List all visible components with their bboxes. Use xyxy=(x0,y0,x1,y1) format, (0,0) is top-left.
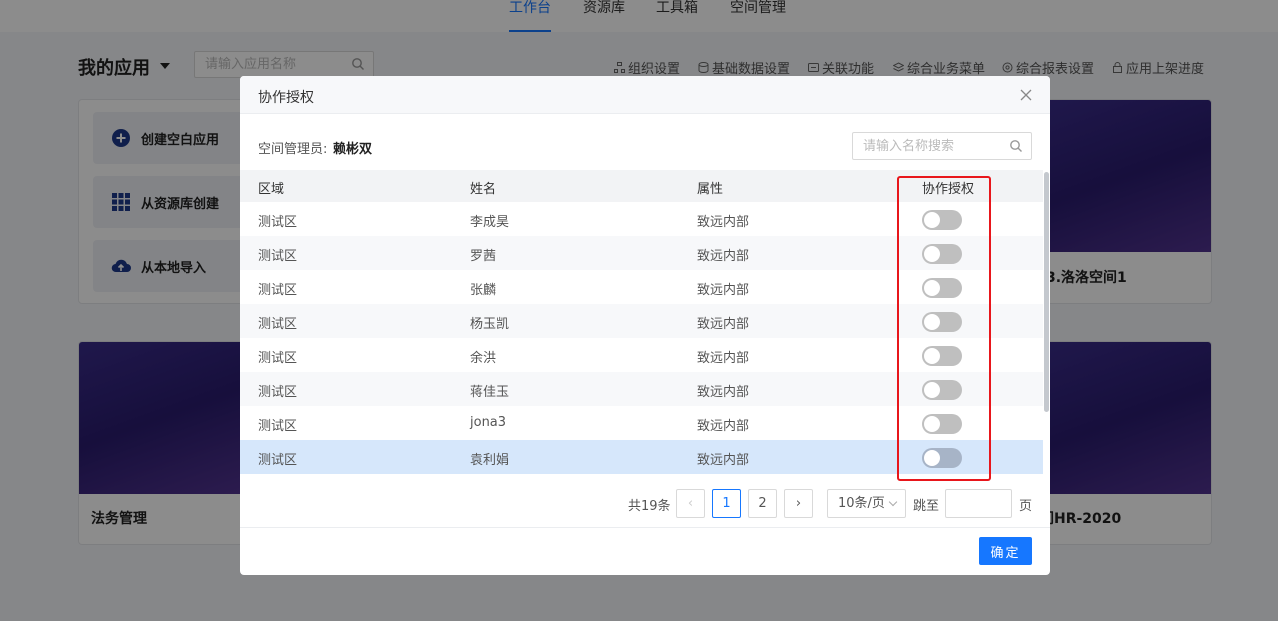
toggle-knob xyxy=(924,382,940,398)
cell-region: 测试区 xyxy=(258,419,298,434)
cell-region: 测试区 xyxy=(258,317,298,332)
cell-region: 测试区 xyxy=(258,351,298,366)
next-page-button[interactable]: › xyxy=(784,489,813,518)
table-header: 区域 姓名 属性 协作授权 xyxy=(240,170,1043,202)
column-header-auth: 协作授权 xyxy=(922,182,975,197)
cell-attribute: 致远内部 xyxy=(697,419,750,434)
name-search-input[interactable] xyxy=(852,132,1032,160)
table-row: 测试区 余洪 致远内部 xyxy=(240,338,1043,372)
auth-toggle[interactable] xyxy=(922,414,962,434)
cell-name: 杨玉凯 xyxy=(470,317,510,332)
footer-divider xyxy=(240,527,1050,528)
cell-name: jona3 xyxy=(470,415,507,430)
cell-region: 测试区 xyxy=(258,215,298,230)
page-size-select[interactable]: 10条/页 xyxy=(827,489,906,518)
cell-attribute: 致远内部 xyxy=(697,351,750,366)
toggle-knob xyxy=(924,348,940,364)
cell-attribute: 致远内部 xyxy=(697,453,750,468)
confirm-button[interactable]: 确定 xyxy=(979,537,1032,565)
table-row: 测试区 蒋佳玉 致远内部 xyxy=(240,372,1043,406)
table-row: 测试区 李成昊 致远内部 xyxy=(240,202,1043,236)
cell-region: 测试区 xyxy=(258,283,298,298)
toggle-knob xyxy=(924,212,940,228)
cell-name: 余洪 xyxy=(470,351,497,366)
cell-name: 张麟 xyxy=(470,283,497,298)
dialog-header: 协作授权 xyxy=(240,76,1050,114)
table-row: 测试区 杨玉凯 致远内部 xyxy=(240,304,1043,338)
auth-toggle[interactable] xyxy=(922,346,962,366)
auth-toggle[interactable] xyxy=(922,448,962,468)
cell-name: 蒋佳玉 xyxy=(470,385,510,400)
column-header-region: 区域 xyxy=(258,182,285,197)
cell-attribute: 致远内部 xyxy=(697,283,750,298)
column-header-attribute: 属性 xyxy=(697,182,724,197)
space-admin-name: 赖彬双 xyxy=(333,142,373,157)
search-icon[interactable] xyxy=(1009,139,1023,153)
auth-toggle[interactable] xyxy=(922,244,962,264)
page-2-button[interactable]: 2 xyxy=(748,489,777,518)
jump-to-label: 跳至 xyxy=(913,499,940,514)
auth-toggle[interactable] xyxy=(922,380,962,400)
cell-attribute: 致远内部 xyxy=(697,385,750,400)
jump-page-unit: 页 xyxy=(1019,499,1033,514)
cell-name: 袁利娟 xyxy=(470,453,510,468)
chevron-down-icon xyxy=(888,497,898,507)
toggle-knob xyxy=(924,416,940,432)
jump-page-input[interactable] xyxy=(945,489,1012,518)
cell-region: 测试区 xyxy=(258,385,298,400)
cell-name: 李成昊 xyxy=(470,215,510,230)
cell-name: 罗茜 xyxy=(470,249,497,264)
collaboration-auth-dialog: 协作授权 空间管理员: 赖彬双 区域 姓名 属性 协作授权 测试区 李成昊 致远… xyxy=(240,76,1050,575)
toggle-knob xyxy=(924,450,940,466)
page-1-button[interactable]: 1 xyxy=(712,489,741,518)
space-admin-label: 空间管理员: xyxy=(258,142,328,157)
column-header-name: 姓名 xyxy=(470,182,497,197)
cell-region: 测试区 xyxy=(258,453,298,468)
cell-attribute: 致远内部 xyxy=(697,249,750,264)
auth-toggle[interactable] xyxy=(922,278,962,298)
table-row: 测试区 jona3 致远内部 xyxy=(240,406,1043,440)
cell-attribute: 致远内部 xyxy=(697,317,750,332)
toggle-knob xyxy=(924,314,940,330)
toggle-knob xyxy=(924,246,940,262)
prev-page-button[interactable]: ‹ xyxy=(676,489,705,518)
table-body: 测试区 李成昊 致远内部 测试区 罗茜 致远内部 测试区 张麟 致远内部 测试区… xyxy=(240,202,1043,474)
table-scrollbar[interactable] xyxy=(1043,170,1050,470)
toggle-knob xyxy=(924,280,940,296)
cell-region: 测试区 xyxy=(258,249,298,264)
cell-attribute: 致远内部 xyxy=(697,215,750,230)
scrollbar-thumb[interactable] xyxy=(1044,172,1049,412)
table-row: 测试区 张麟 致远内部 xyxy=(240,270,1043,304)
dialog-title: 协作授权 xyxy=(258,90,314,106)
auth-toggle[interactable] xyxy=(922,312,962,332)
table-row: 测试区 袁利娟 致远内部 xyxy=(240,440,1043,474)
pagination-total: 共19条 xyxy=(628,499,671,514)
table-row: 测试区 罗茜 致远内部 xyxy=(240,236,1043,270)
close-icon[interactable] xyxy=(1018,87,1034,103)
auth-toggle[interactable] xyxy=(922,210,962,230)
